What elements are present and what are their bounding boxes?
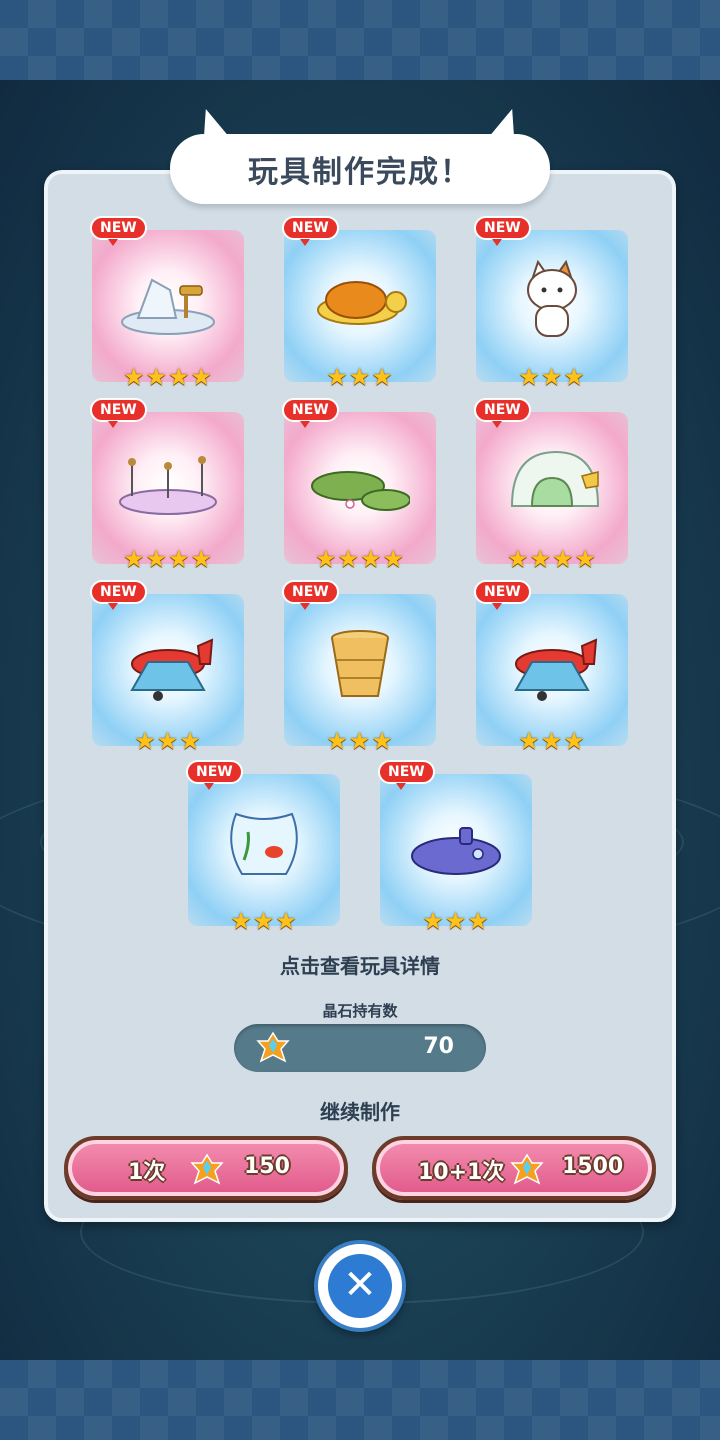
new-badge: NEW	[474, 398, 531, 428]
star-rating: ★★★	[326, 727, 394, 755]
star-rating: ★★★	[518, 363, 586, 391]
craft-eleven-label: 10+1次	[418, 1160, 505, 1185]
toy-card-igloo[interactable]: NEW ★★★★	[474, 398, 628, 572]
title-bubble: 玩具制作完成！	[170, 134, 550, 204]
star-rating: ★★★★	[314, 545, 406, 573]
new-badge: NEW	[90, 398, 147, 428]
new-badge: NEW	[186, 760, 243, 790]
new-badge: NEW	[282, 580, 339, 610]
toy-card-airplane[interactable]: NEW ★★★	[90, 580, 244, 754]
close-icon: ✕	[328, 1254, 392, 1318]
lily-pad-icon	[311, 471, 410, 511]
toy-card-calico-cat[interactable]: NEW ★★★	[474, 216, 628, 390]
new-badge: NEW	[90, 580, 147, 610]
star-rating: ★★★	[326, 363, 394, 391]
toy-card-iceberg-telescope[interactable]: NEW ★★★★	[90, 216, 244, 390]
new-badge: NEW	[90, 216, 147, 246]
star-rating: ★★★	[134, 727, 202, 755]
star-rating: ★★★	[518, 727, 586, 755]
star-rating: ★★★★	[122, 545, 214, 573]
igloo-icon	[510, 450, 600, 507]
crystal-icon	[256, 1031, 290, 1063]
crystal-count: 70	[423, 1034, 454, 1059]
fishbowl-icon	[230, 812, 298, 875]
iceberg-telescope-icon	[121, 278, 215, 335]
toy-card-stage[interactable]: NEW ★★★★	[90, 398, 244, 572]
star-rating: ★★★	[230, 907, 298, 935]
craft-eleven-button[interactable]: 10+1次 1500	[372, 1136, 656, 1200]
close-button[interactable]: ✕	[314, 1240, 406, 1332]
stage-icon	[119, 456, 217, 515]
bottom-pattern-strip	[0, 1360, 720, 1440]
star-rating: ★★★★	[122, 363, 214, 391]
tap-for-details-hint: 点击查看玩具详情	[280, 954, 440, 978]
craft-once-cost: 150	[244, 1154, 290, 1179]
crystal-icon	[510, 1153, 544, 1185]
top-pattern-strip	[0, 0, 720, 80]
crystal-owned-label: 晶石持有数	[322, 1002, 398, 1020]
airplane-icon	[130, 638, 214, 701]
star-rating: ★★★★	[506, 545, 598, 573]
crystal-balance-bar: 70	[234, 1024, 486, 1072]
new-badge: NEW	[474, 580, 531, 610]
star-rating: ★★★	[422, 907, 490, 935]
toy-card-turtle[interactable]: NEW ★★★	[282, 216, 436, 390]
toy-card-whale-submarine[interactable]: NEW ★★★	[378, 760, 532, 934]
airplane-icon	[514, 638, 598, 701]
new-badge: NEW	[282, 398, 339, 428]
dialog-title: 玩具制作完成！	[248, 155, 472, 190]
continue-crafting-label: 继续制作	[320, 1100, 400, 1124]
new-badge: NEW	[282, 216, 339, 246]
craft-eleven-cost: 1500	[562, 1154, 624, 1179]
new-badge: NEW	[378, 760, 435, 790]
craft-once-button[interactable]: 1次 150	[64, 1136, 348, 1200]
toy-card-basket[interactable]: NEW ★★★	[282, 580, 436, 754]
toy-card-lily-pads[interactable]: NEW ★★★★	[282, 398, 436, 572]
crystal-icon	[190, 1153, 224, 1185]
new-badge: NEW	[474, 216, 531, 246]
whale-submarine-icon	[411, 827, 501, 875]
basket-icon	[331, 630, 389, 697]
toy-card-fishbowl[interactable]: NEW ★★★	[186, 760, 340, 934]
toy-card-airplane-2[interactable]: NEW ★★★	[474, 580, 628, 754]
craft-once-label: 1次	[128, 1160, 166, 1185]
turtle-icon	[317, 281, 407, 325]
cat-icon	[527, 260, 577, 337]
